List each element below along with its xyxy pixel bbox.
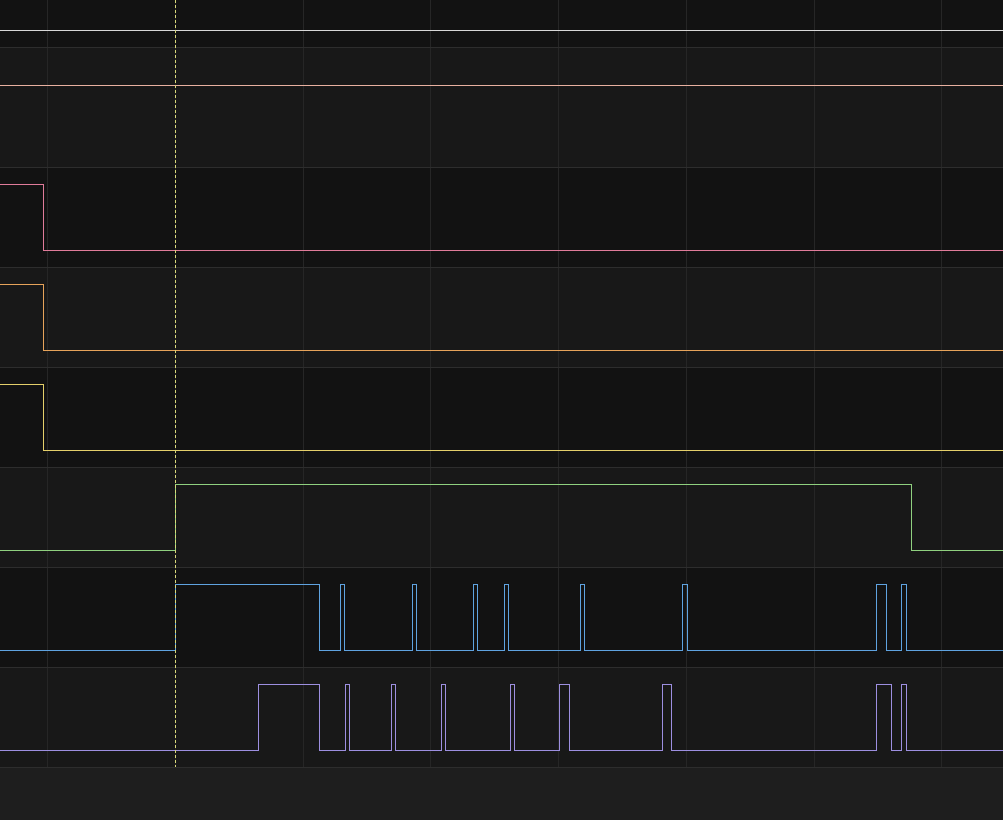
lane-background-7	[0, 567, 1003, 667]
lane-background-1	[0, 0, 1003, 47]
status-footer	[0, 768, 1003, 820]
lane-background-5	[0, 367, 1003, 467]
lane-backgrounds	[0, 0, 1003, 767]
waveform-viewer[interactable]	[0, 0, 1003, 820]
lane-background-3	[0, 167, 1003, 267]
lane-background-8	[0, 667, 1003, 767]
waveform-canvas[interactable]	[0, 0, 1003, 768]
lane-background-2	[0, 47, 1003, 167]
lane-background-6	[0, 467, 1003, 567]
lane-background-4	[0, 267, 1003, 367]
